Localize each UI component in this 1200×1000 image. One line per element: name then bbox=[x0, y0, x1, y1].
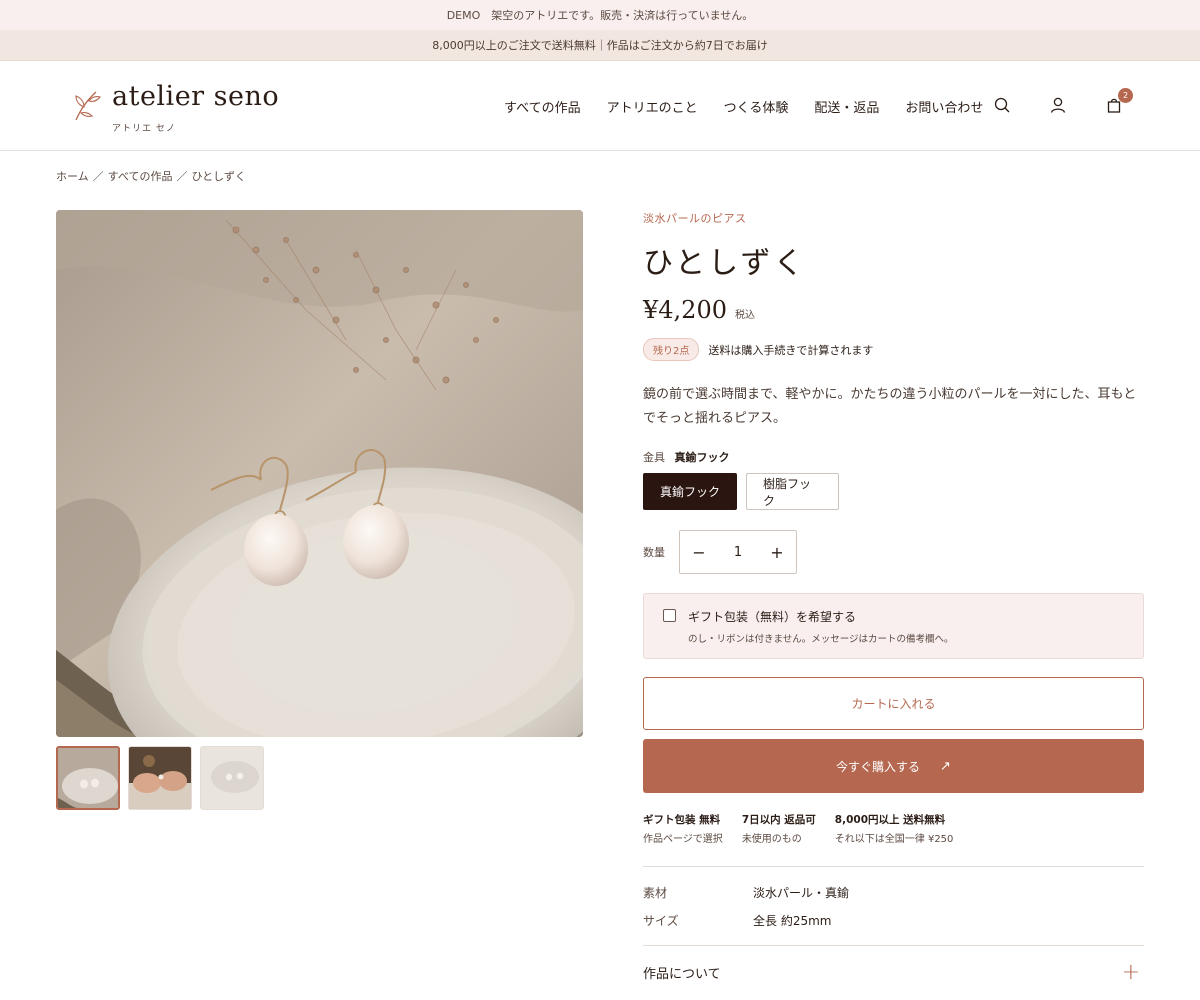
option-label: 金具 bbox=[643, 451, 665, 464]
spec-row-size: サイズ 全長 約25mm bbox=[643, 906, 1144, 934]
sprig-logo-icon bbox=[75, 91, 101, 121]
quantity-increase-button[interactable]: + bbox=[770, 543, 784, 562]
option-selector: 真鍮フック 樹脂フック bbox=[643, 473, 1144, 510]
perk-sub: 作品ページで選択 bbox=[643, 834, 723, 845]
external-arrow-icon: ↗ bbox=[940, 758, 951, 774]
spec-table: 素材 淡水パール・真鍮 サイズ 全長 約25mm bbox=[643, 878, 1144, 934]
shipping-announcement-text: 8,000円以上のご注文で送料無料｜作品はご注文から約7日でお届け bbox=[432, 39, 768, 52]
perk-title: ギフト包装 無料 bbox=[643, 814, 721, 826]
nav-item-shipping[interactable]: 配送・返品 bbox=[814, 97, 879, 116]
product-title: ひとしずく bbox=[643, 246, 807, 281]
add-to-cart-label: カートに入れる bbox=[851, 697, 936, 711]
perk-sub: それ以下は全国一律 ¥250 bbox=[834, 834, 954, 845]
perk-title: 7日以内 返品可 bbox=[741, 814, 816, 826]
brand-kana: アトリエ セノ bbox=[112, 124, 176, 134]
option-label-row: 金具 真鍮フック bbox=[643, 449, 1144, 465]
option-resin-hook-button[interactable]: 樹脂フック bbox=[746, 473, 839, 510]
price-row: ¥4,200 税込 bbox=[643, 296, 1144, 324]
spec-key: 素材 bbox=[643, 885, 668, 900]
demo-announcement-text: DEMO 架空のアトリエです。販売・決済は行っていません。 bbox=[446, 9, 754, 22]
gift-wrap-checkbox[interactable] bbox=[663, 609, 676, 622]
gift-wrap-title[interactable]: ギフト包装（無料）を希望する bbox=[688, 608, 856, 625]
user-icon[interactable] bbox=[1048, 95, 1068, 115]
gift-wrap-option: ギフト包装（無料）を希望する のし・リボンは付きません。メッセージはカートの備考… bbox=[643, 593, 1144, 659]
quantity-label: 数量 bbox=[643, 546, 665, 559]
cart-count-badge: 2 bbox=[1118, 88, 1133, 103]
shipping-note: 送料は購入手続きで計算されます bbox=[708, 343, 874, 357]
perk-returns: 7日以内 返品可 未使用のもの bbox=[742, 812, 816, 845]
product-price: ¥4,200 bbox=[643, 296, 727, 324]
thumbnail-2[interactable] bbox=[128, 746, 192, 810]
stock-badge: 残り2点 bbox=[643, 338, 700, 361]
option-brass-hook-button[interactable]: 真鍮フック bbox=[643, 473, 737, 510]
thumbnail-plate-image bbox=[58, 748, 118, 808]
product-description: 鏡の前で選ぶ時間まで、軽やかに。かたちの違う小粒のパールを一対にした、耳もとでそ… bbox=[643, 387, 1137, 426]
about-work-accordion[interactable]: 作品について + bbox=[643, 946, 1144, 998]
search-icon[interactable] bbox=[992, 95, 1012, 115]
thumbnail-1[interactable] bbox=[56, 746, 120, 810]
accordion-title: 作品について bbox=[643, 966, 721, 982]
spec-key: サイズ bbox=[643, 913, 679, 928]
perks-list: ギフト包装 無料 作品ページで選択 7日以内 返品可 未使用のもの 8,000円… bbox=[643, 812, 1144, 845]
tax-note: 税込 bbox=[734, 310, 755, 321]
main-product-image[interactable] bbox=[56, 210, 583, 737]
perk-sub: 未使用のもの bbox=[741, 834, 802, 845]
spec-value: 淡水パール・真鍮 bbox=[753, 885, 850, 900]
perk-gift-wrap: ギフト包装 無料 作品ページで選択 bbox=[643, 812, 723, 845]
nav-item-workshop[interactable]: つくる体験 bbox=[724, 97, 789, 116]
shipping-announcement-bar: 8,000円以上のご注文で送料無料｜作品はご注文から約7日でお届け bbox=[0, 30, 1200, 61]
thumbnail-3[interactable] bbox=[200, 746, 264, 810]
demo-announcement-bar: DEMO 架空のアトリエです。販売・決済は行っていません。 bbox=[0, 0, 1200, 30]
breadcrumb: ホーム ／ すべての作品 ／ ひとしずく bbox=[56, 168, 246, 184]
product-category[interactable]: 淡水パールのピアス bbox=[643, 210, 1144, 226]
breadcrumb-current: ひとしずく bbox=[191, 170, 246, 183]
site-header: atelier seno アトリエ セノ すべての作品 アトリエのこと つくる体… bbox=[0, 61, 1200, 151]
plus-icon: + bbox=[1121, 959, 1140, 985]
thumbnail-hands-image bbox=[129, 747, 191, 809]
pearl-earrings-photo bbox=[56, 210, 583, 737]
product-panel: 淡水パールのピアス ひとしずく ¥4,200 税込 残り2点 送料は購入手続きで… bbox=[643, 210, 1144, 998]
quantity-row: 数量 − 1 + bbox=[643, 530, 1144, 574]
add-to-cart-button[interactable]: カートに入れる bbox=[643, 677, 1144, 730]
thumbnail-strip bbox=[56, 746, 272, 810]
spec-row-material: 素材 淡水パール・真鍮 bbox=[643, 878, 1144, 906]
stock-row: 残り2点 送料は購入手続きで計算されます bbox=[643, 338, 1144, 361]
main-nav: すべての作品 アトリエのこと つくる体験 配送・返品 お問い合わせ bbox=[504, 97, 1009, 116]
buy-now-label: 今すぐ購入する bbox=[836, 759, 921, 774]
breadcrumb-separator: ／ bbox=[176, 170, 188, 183]
spec-value: 全長 約25mm bbox=[753, 913, 832, 928]
gift-wrap-note: のし・リボンは付きません。メッセージはカートの備考欄へ。 bbox=[688, 634, 954, 645]
quantity-stepper: − 1 + bbox=[679, 530, 797, 574]
perk-title: 8,000円以上 送料無料 bbox=[834, 814, 946, 826]
brand-name[interactable]: atelier seno bbox=[112, 81, 279, 112]
breadcrumb-home[interactable]: ホーム bbox=[56, 168, 89, 184]
divider bbox=[643, 866, 1144, 867]
breadcrumb-separator: ／ bbox=[92, 170, 104, 183]
nav-item-contact[interactable]: お問い合わせ bbox=[905, 97, 983, 116]
thumbnail-dish-image bbox=[201, 747, 263, 809]
nav-item-all-works[interactable]: すべての作品 bbox=[504, 97, 581, 116]
option-selected-value: 真鍮フック bbox=[674, 451, 730, 464]
breadcrumb-all-works[interactable]: すべての作品 bbox=[108, 168, 173, 184]
nav-item-about[interactable]: アトリエのこと bbox=[607, 97, 698, 116]
perk-free-shipping: 8,000円以上 送料無料 それ以下は全国一律 ¥250 bbox=[835, 812, 954, 845]
quantity-decrease-button[interactable]: − bbox=[692, 543, 706, 562]
buy-now-button[interactable]: 今すぐ購入する ↗ bbox=[643, 739, 1144, 793]
quantity-value[interactable]: 1 bbox=[734, 545, 742, 560]
